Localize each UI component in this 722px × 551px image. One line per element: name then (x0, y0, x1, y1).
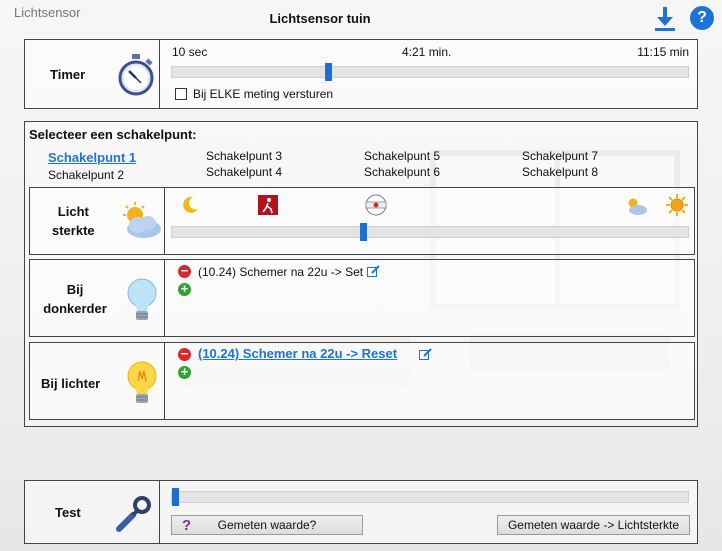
lichtsterkte-slider-track[interactable] (171, 223, 689, 241)
bij-lichter-label-cell: Bij lichter (30, 343, 165, 419)
add-action-button[interactable]: + (178, 282, 191, 296)
timer-label: Timer (50, 66, 86, 82)
edit-icon[interactable] (367, 265, 380, 277)
page-title: Lichtsensor tuin (269, 11, 371, 26)
bij-lichter-panel: Bij lichter − (10.24) Schemer na 22u -> … (29, 342, 695, 420)
lightbulb-on-icon (127, 361, 157, 403)
add-action-button[interactable]: + (178, 365, 191, 379)
timer-slider-thumb[interactable] (325, 63, 332, 81)
apply-measured-value-button[interactable]: Gemeten waarde -> Lichtsterkte (497, 515, 690, 535)
measure-value-button[interactable]: ? Gemeten waarde? (171, 515, 363, 535)
lichtsterkte-label: Licht sterkte (52, 202, 95, 240)
stopwatch-icon (118, 54, 154, 96)
timer-max-label: 11:15 min (637, 45, 689, 59)
schakelpunt-1[interactable]: Schakelpunt 1 (48, 150, 136, 165)
exit-sign-icon (258, 195, 278, 215)
bij-donkerder-label-line2: donkerder (43, 301, 107, 316)
help-icon: ? (697, 9, 707, 26)
lichtsterkte-label-line1: Licht (57, 204, 89, 219)
lux-meter-icon (365, 194, 387, 216)
help-button[interactable]: ? (690, 6, 714, 30)
schakelpunt-panel: Selecteer een schakelpunt: Schakelpunt 1… (24, 121, 698, 427)
question-icon: ? (182, 516, 192, 534)
lichtsterkte-panel: Licht sterkte (29, 187, 695, 255)
edit-icon[interactable] (419, 348, 432, 360)
timer-mid-label: 4:21 min. (402, 45, 452, 59)
lightbulb-off-icon (127, 278, 157, 320)
bij-donkerder-label: Bij donkerder (36, 280, 114, 318)
timer-panel: Timer 10 sec 4:21 min. 11:15 min Bij ELK… (24, 39, 698, 109)
sun-icon (666, 194, 688, 216)
remove-action-button[interactable]: − (178, 264, 191, 278)
download-icon (655, 7, 675, 31)
download-button[interactable] (653, 6, 677, 32)
lichtsterkte-label-line2: sterkte (52, 223, 95, 238)
schakelpunt-7[interactable]: Schakelpunt 7 (522, 149, 598, 163)
every-measurement-label: Bij ELKE meting versturen (193, 87, 334, 101)
bij-donkerder-panel: Bij donkerder − (10.24) Schemer na 22u -… (29, 259, 695, 337)
bij-lichter-label: Bij lichter (41, 376, 101, 391)
schakelpunt-heading: Selecteer een schakelpunt: (29, 127, 197, 142)
cloud-sun-small-icon (628, 198, 647, 215)
test-label: Test (55, 504, 81, 520)
lichtsterkte-slider-thumb[interactable] (360, 223, 367, 241)
lux-probe-icon (116, 496, 151, 532)
bij-lichter-action[interactable]: (10.24) Schemer na 22u -> Reset (198, 346, 397, 361)
schakelpunt-4[interactable]: Schakelpunt 4 (206, 165, 282, 179)
test-slider-thumb[interactable] (172, 488, 179, 506)
bij-donkerder-label-line1: Bij (66, 282, 84, 297)
timer-label-cell: Timer (25, 40, 160, 108)
remove-action-button[interactable]: − (178, 347, 191, 361)
test-label-cell: Test (25, 481, 160, 543)
schakelpunt-6[interactable]: Schakelpunt 6 (364, 165, 440, 179)
timer-slider-track[interactable] (171, 63, 689, 81)
bij-donkerder-label-cell: Bij donkerder (30, 260, 165, 336)
cloud-sun-icon (123, 202, 161, 238)
lichtsterkte-label-cell: Licht sterkte (30, 188, 165, 254)
schakelpunt-2[interactable]: Schakelpunt 2 (48, 168, 124, 182)
bij-donkerder-action[interactable]: (10.24) Schemer na 22u -> Set (198, 265, 363, 279)
schakelpunt-8[interactable]: Schakelpunt 8 (522, 165, 598, 179)
test-slider-track[interactable] (171, 488, 689, 506)
every-measurement-checkbox[interactable] (175, 88, 187, 100)
measure-value-label: Gemeten waarde? (217, 518, 317, 532)
schakelpunt-5[interactable]: Schakelpunt 5 (364, 149, 440, 163)
schakelpunt-3[interactable]: Schakelpunt 3 (206, 149, 282, 163)
test-panel: Test ? Gemeten waarde? Gemeten waarde ->… (24, 480, 698, 544)
timer-min-label: 10 sec (172, 45, 208, 59)
moon-icon (183, 196, 198, 213)
